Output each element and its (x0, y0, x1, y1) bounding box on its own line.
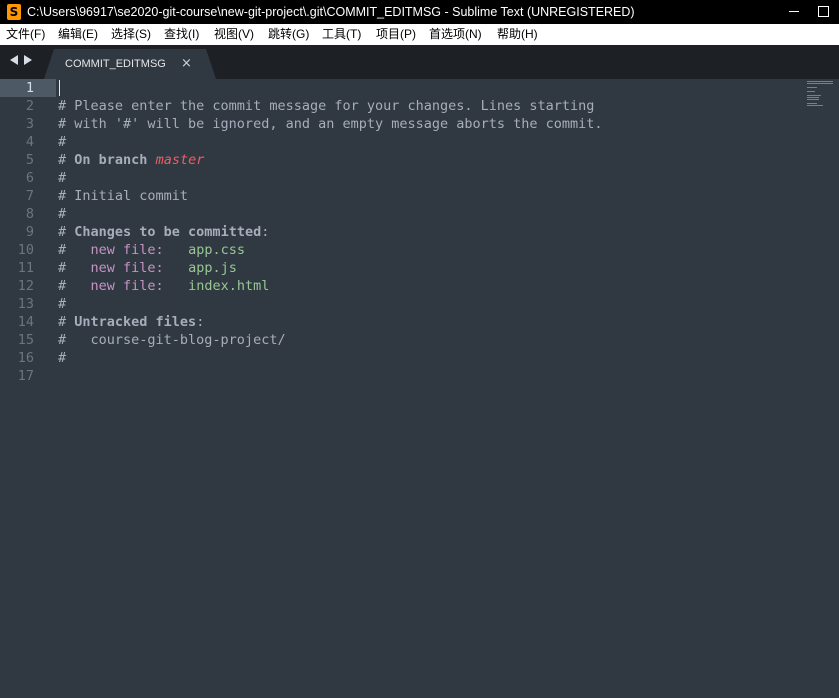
file-name: app.js (188, 260, 237, 276)
line-number: 10 (17, 242, 34, 258)
menu-tools[interactable]: 工具(T) (322, 24, 361, 45)
code-line-7: # Initial commit (58, 188, 189, 204)
menu-bar: 文件(F) 编辑(E) 选择(S) 查找(I) 视图(V) 跳转(G) 工具(T… (0, 24, 839, 45)
line-number: 15 (17, 332, 34, 348)
comment-prefix: # (58, 260, 91, 276)
window-title: C:\Users\96917\se2020-git-course\new-git… (27, 5, 635, 19)
code-line-2: # Please enter the commit message for yo… (58, 98, 595, 114)
code-line-9: # Changes to be committed: (58, 223, 269, 241)
file-name: app.css (188, 242, 245, 258)
code-line-3: # with '#' will be ignored, and an empty… (58, 116, 603, 132)
line-number: 16 (17, 350, 34, 366)
menu-selection[interactable]: 选择(S) (111, 24, 151, 45)
code-text[interactable]: # Please enter the commit message for yo… (58, 79, 799, 698)
line-number: 8 (25, 206, 34, 222)
file-name: index.html (188, 278, 270, 294)
comment-prefix: # (58, 242, 91, 258)
comment-prefix: # (58, 152, 75, 168)
comment-prefix: # (58, 224, 75, 240)
line-number: 1 (25, 80, 34, 96)
sublime-app-icon: S (7, 4, 21, 20)
code-line-8: # (58, 206, 67, 222)
line-number: 12 (17, 278, 34, 294)
code-line-16: # (58, 350, 67, 366)
nav-right-icon[interactable] (24, 55, 32, 65)
code-line-5: # On branch master (58, 151, 204, 169)
code-line-15: # course-git-blog-project/ (58, 332, 286, 348)
keyword-changes: Changes to be committed (74, 224, 262, 240)
code-line-13: # (58, 296, 67, 312)
code-line-6: # (58, 170, 67, 186)
menu-file[interactable]: 文件(F) (6, 24, 45, 45)
keyword-on-branch: On branch (74, 152, 148, 168)
file-status: new file: (90, 242, 164, 258)
line-number: 9 (25, 224, 34, 240)
title-bar: S C:\Users\96917\se2020-git-course\new-g… (0, 0, 839, 24)
code-line-14: # Untracked files: (58, 313, 204, 331)
code-line-10: # new file: app.css (58, 241, 245, 259)
code-line-12: # new file: index.html (58, 277, 269, 295)
line-number: 4 (25, 134, 34, 150)
menu-edit[interactable]: 编辑(E) (58, 24, 98, 45)
line-number: 6 (25, 170, 34, 186)
colon: : (261, 224, 270, 240)
code-line-11: # new file: app.js (58, 259, 237, 277)
line-number-gutter: 1 2 3 4 5 6 7 8 9 10 11 12 13 14 15 16 1… (0, 79, 56, 698)
file-status: new file: (90, 278, 164, 294)
tab-label: COMMIT_EDITMSG (65, 58, 166, 70)
menu-view[interactable]: 视图(V) (214, 24, 254, 45)
line-number: 5 (25, 152, 34, 168)
line-number: 17 (17, 368, 34, 384)
menu-preferences[interactable]: 首选项(N) (429, 24, 482, 45)
menu-find[interactable]: 查找(I) (164, 24, 199, 45)
line-number: 14 (17, 314, 34, 330)
menu-help[interactable]: 帮助(H) (497, 24, 538, 45)
keyword-untracked: Untracked files (74, 314, 197, 330)
nav-left-icon[interactable] (10, 55, 18, 65)
line-number: 7 (25, 188, 34, 204)
editor-area[interactable]: 1 2 3 4 5 6 7 8 9 10 11 12 13 14 15 16 1… (0, 79, 839, 698)
line-number: 3 (25, 116, 34, 132)
tab-commit-editmsg[interactable]: COMMIT_EDITMSG × (44, 49, 216, 79)
code-line-4: # (58, 134, 67, 150)
branch-name: master (155, 152, 205, 168)
colon: : (196, 314, 205, 330)
menu-project[interactable]: 项目(P) (376, 24, 416, 45)
comment-prefix: # (58, 314, 75, 330)
tab-bar: COMMIT_EDITMSG × (0, 45, 839, 79)
line-number: 13 (17, 296, 34, 312)
comment-prefix: # (58, 278, 91, 294)
minimize-button[interactable] (780, 0, 810, 24)
file-status: new file: (90, 260, 164, 276)
line-number: 11 (17, 260, 34, 276)
maximize-button[interactable] (810, 0, 839, 24)
line-number: 2 (25, 98, 34, 114)
close-icon[interactable]: × (181, 49, 192, 79)
menu-goto[interactable]: 跳转(G) (268, 24, 309, 45)
minimap[interactable] (805, 79, 835, 111)
